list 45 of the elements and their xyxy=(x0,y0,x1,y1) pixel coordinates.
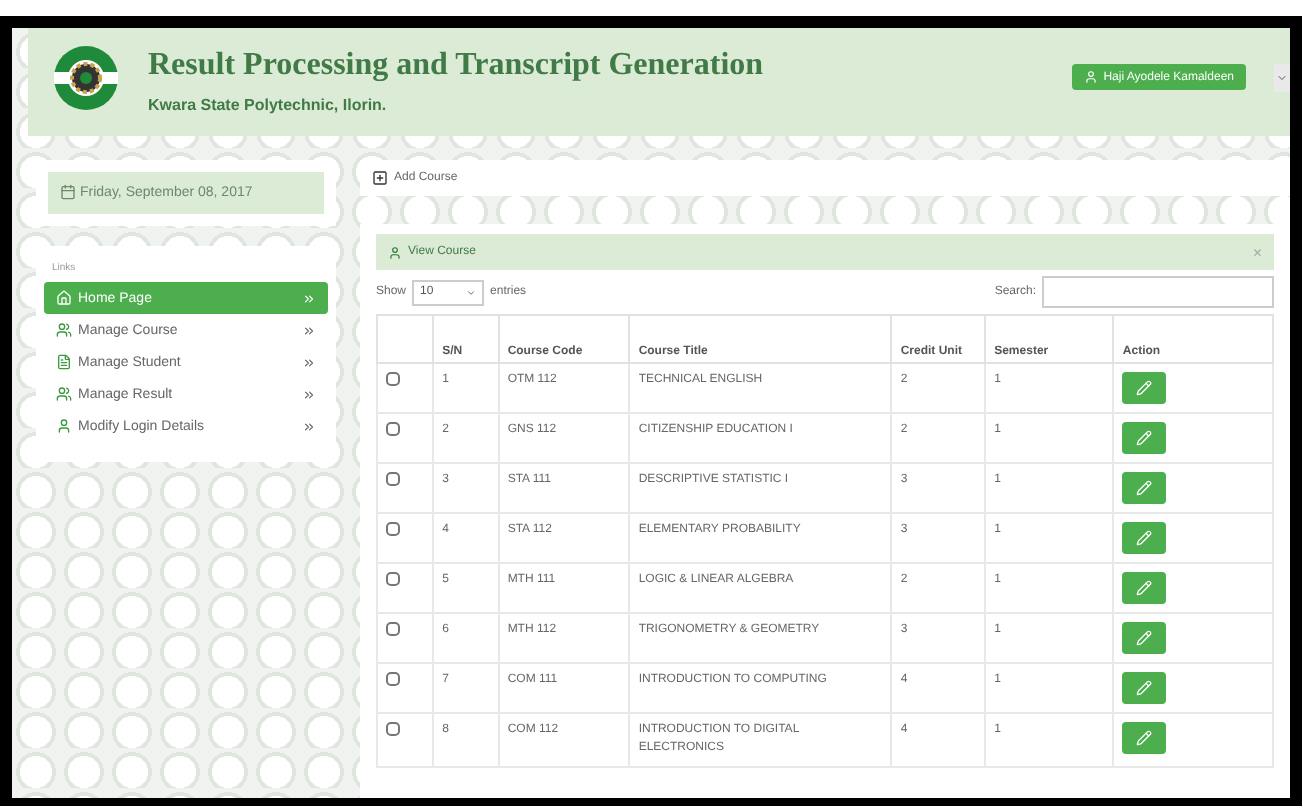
home-icon xyxy=(56,290,72,307)
user-dropdown-button[interactable] xyxy=(1274,64,1290,92)
edit-button[interactable] xyxy=(1122,622,1167,654)
chevron-icon xyxy=(302,355,316,370)
pencil-icon xyxy=(1136,480,1153,496)
institution-name: Kwara State Polytechnic, Ilorin. xyxy=(148,96,389,114)
user-icon xyxy=(56,418,72,435)
row-checkbox[interactable] xyxy=(386,672,400,686)
caret-icon xyxy=(466,287,477,297)
pencil-icon xyxy=(1136,530,1153,546)
edit-button[interactable] xyxy=(1122,522,1167,554)
user-icon xyxy=(388,245,402,259)
caret-icon xyxy=(1276,72,1288,84)
edit-button[interactable] xyxy=(1122,572,1167,604)
edit-button[interactable] xyxy=(1122,722,1167,754)
pencil-icon xyxy=(1136,630,1153,646)
chevron-icon xyxy=(302,387,316,402)
chevron-icon xyxy=(302,419,316,434)
pencil-icon xyxy=(1136,430,1153,446)
users-icon xyxy=(56,386,72,403)
chevron-icon xyxy=(302,323,316,338)
pencil-icon xyxy=(1136,730,1153,746)
app-title: Result Processing and Transcript Generation xyxy=(148,48,766,84)
edit-button[interactable] xyxy=(1122,422,1167,454)
pencil-icon xyxy=(1136,380,1153,396)
row-checkbox[interactable] xyxy=(386,522,400,536)
document-icon xyxy=(56,354,72,371)
plus-icon xyxy=(372,170,388,186)
row-checkbox[interactable] xyxy=(386,472,400,486)
row-checkbox[interactable] xyxy=(386,372,400,386)
search-field[interactable] xyxy=(1042,276,1274,308)
calendar-icon xyxy=(60,184,76,200)
logo-icon xyxy=(52,44,120,112)
row-checkbox[interactable] xyxy=(386,422,400,436)
row-checkbox[interactable] xyxy=(386,722,400,736)
edit-button[interactable] xyxy=(1122,472,1167,504)
row-checkbox[interactable] xyxy=(386,572,400,586)
row-checkbox[interactable] xyxy=(386,622,400,636)
edit-button[interactable] xyxy=(1122,372,1167,404)
chevron-icon xyxy=(302,291,316,306)
pencil-icon xyxy=(1136,680,1153,696)
users-icon xyxy=(56,322,72,339)
pencil-icon xyxy=(1136,580,1153,596)
edit-button[interactable] xyxy=(1122,672,1167,704)
user-icon xyxy=(1083,70,1098,84)
